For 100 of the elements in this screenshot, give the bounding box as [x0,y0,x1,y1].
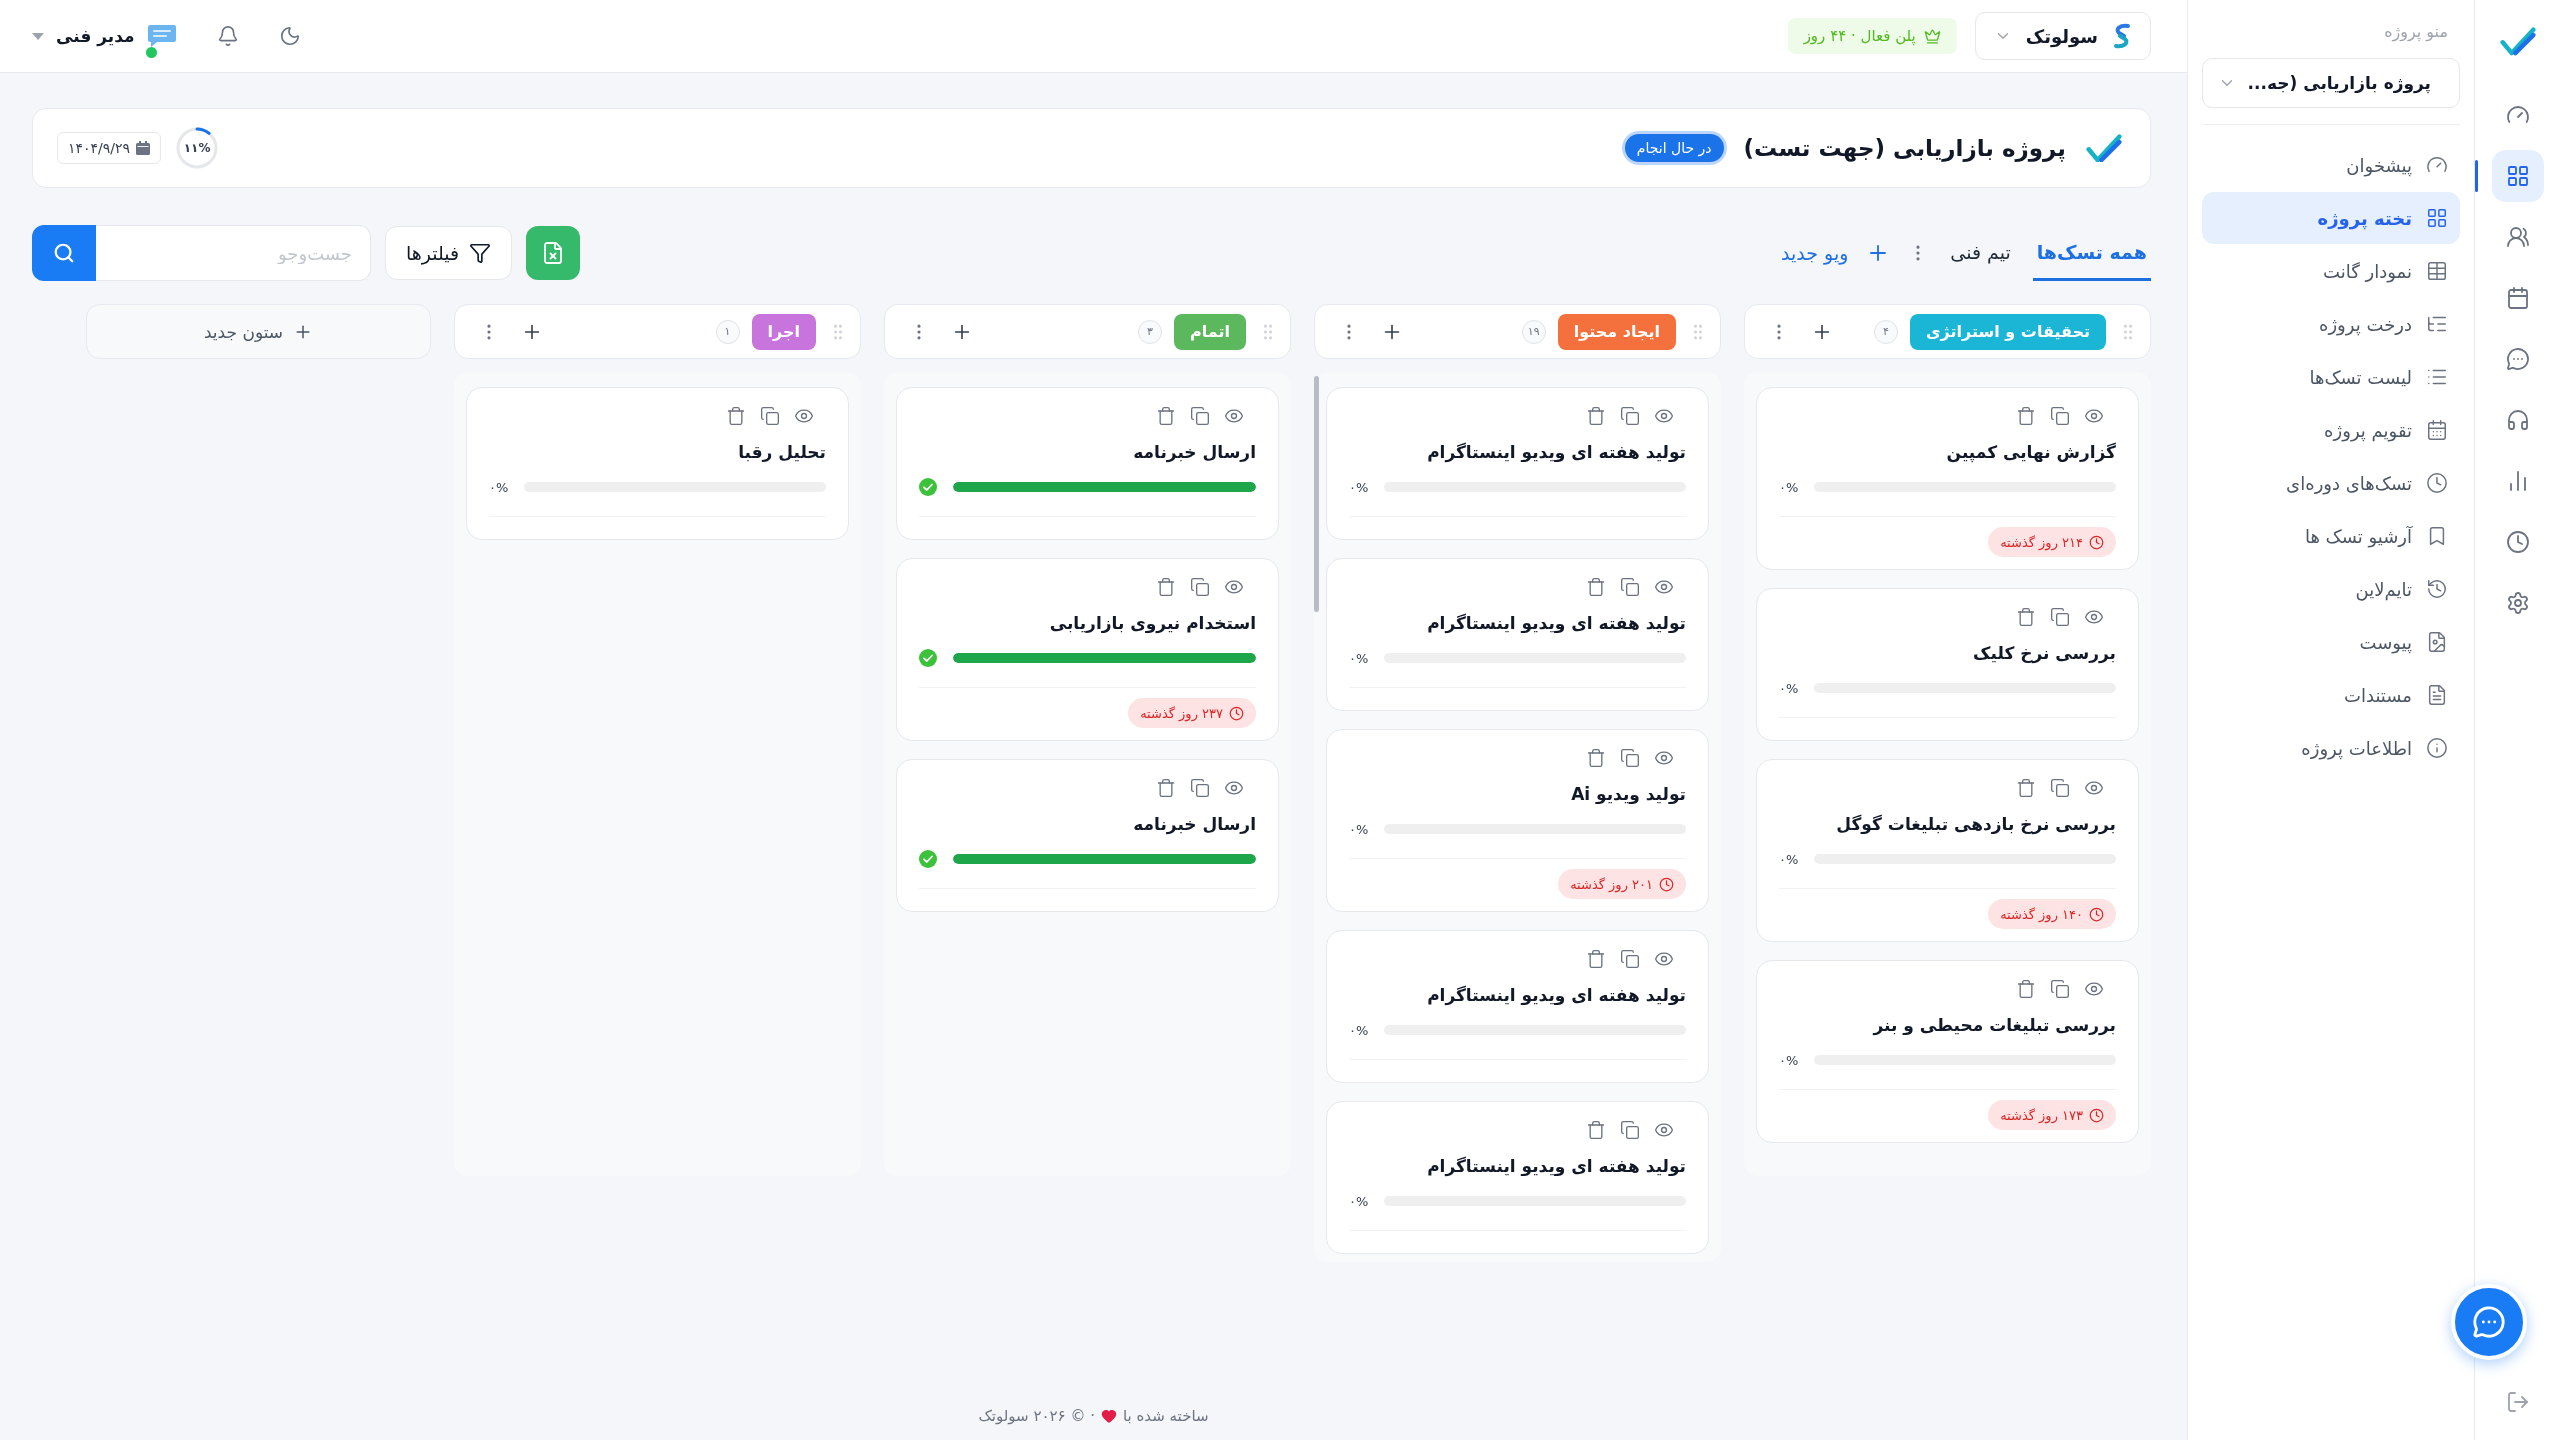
task-title: گزارش نهایی کمپین [1945,441,2116,465]
task-card[interactable]: ارسال خبرنامه [896,759,1279,912]
task-card[interactable]: ارسال خبرنامه [896,387,1279,540]
task-card[interactable]: گزارش نهایی کمپین ۰% ۲۱۴ روز گذشته [1756,387,2139,570]
trash-icon[interactable] [1586,949,1606,969]
export-button[interactable] [526,226,581,280]
copy-icon[interactable] [1620,949,1640,969]
progress-percent: ۰% [1349,1193,1369,1209]
trash-icon[interactable] [1586,577,1606,597]
task-title: تولید هفته ای ویدیو اینستاگرام [1426,984,1686,1008]
plan-badge: پلن فعال · ۴۴ روز [1787,18,1957,54]
project-select[interactable]: پروژه بازاریابی (جه... [2202,58,2460,108]
trash-icon[interactable] [726,406,746,426]
progress-percent: ۰% [489,479,509,495]
search-button[interactable] [32,225,96,281]
copy-icon[interactable] [2050,406,2070,426]
trash-icon[interactable] [2016,778,2036,798]
sidebar-item[interactable]: لیست تسک‌ها [2202,351,2460,403]
sidebar-item[interactable]: اطلاعات پروژه [2202,722,2460,774]
task-card[interactable]: تحلیل رقبا ۰% [466,387,849,540]
progress-percent: ۱۱% [183,141,211,155]
workspace-select[interactable]: سولوتک [1974,12,2151,60]
column-title: ایجاد محتوا [1557,313,1676,350]
new-column-button[interactable]: ستون جدید [86,304,431,359]
task-card[interactable]: تولید هفته ای ویدیو اینستاگرام ۰% [1326,930,1709,1083]
grid-icon [2505,163,2530,188]
sidebar-item[interactable]: تقویم پروژه [2202,404,2460,456]
copy-icon[interactable] [1190,406,1210,426]
view-tab[interactable]: تیم فنی [1946,225,2015,281]
status-badge: در حال انجام [1624,134,1724,162]
column-title: اتمام [1174,313,1246,350]
sidebar-item[interactable]: تسک‌های دوره‌ای [2202,457,2460,509]
project-title: پروژه بازاریابی (جهت تست) [1743,135,2066,161]
scrollbar-thumb[interactable] [1314,376,1319,612]
sidebar-item[interactable]: درخت پروژه [2202,298,2460,350]
count-badge: ۳ [1138,319,1163,344]
progress-percent: ۰% [1349,650,1369,666]
copy-icon[interactable] [1190,778,1210,798]
copy-icon[interactable] [2050,778,2070,798]
task-card[interactable]: تولید هفته ای ویدیو اینستاگرام ۰% [1326,558,1709,711]
trash-icon[interactable] [1156,778,1176,798]
trash-icon[interactable] [1156,406,1176,426]
sidebar-item[interactable]: آرشیو تسک ها [2202,510,2460,562]
sidebar-title: منو پروژه [2383,21,2449,44]
trash-icon[interactable] [1586,748,1606,768]
copy-icon[interactable] [760,406,780,426]
filters-button[interactable]: فیلترها [385,226,513,280]
copy-icon[interactable] [1620,577,1640,597]
task-title: تولید هفته ای ویدیو اینستاگرام [1426,1155,1686,1179]
task-title: ارسال خبرنامه [1132,441,1256,465]
filter-icon [469,242,492,264]
caret-down-icon [32,32,44,40]
clock-icon [2426,472,2448,494]
task-card[interactable]: تولید هفته ای ویدیو اینستاگرام ۰% [1326,1101,1709,1254]
task-title: تولید هفته ای ویدیو اینستاگرام [1426,612,1686,636]
trash-icon[interactable] [2016,406,2036,426]
trash-icon[interactable] [1156,577,1176,597]
search-field[interactable]: جست‌وجو [96,225,371,281]
sidebar-item[interactable]: تخته پروژه [2202,192,2460,244]
copy-icon[interactable] [1190,577,1210,597]
rail-button[interactable] [2491,149,2544,202]
sidebar-item[interactable]: نمودار گانت [2202,245,2460,297]
sidebar-item[interactable]: مستندات [2202,669,2460,721]
view-tab[interactable]: همه تسک‌ها [2032,225,2151,281]
headphones-icon [2505,407,2530,432]
sidebar-item[interactable]: پیوست [2202,616,2460,668]
chat-bubble-icon [2505,346,2530,371]
task-card[interactable]: تولید هفته ای ویدیو اینستاگرام ۰% [1326,387,1709,540]
footer-text: ساخته شده با [1123,1407,1209,1425]
task-card[interactable]: تولید ویدیو Ai ۰% ۲۰۱ روز گذشته [1326,729,1709,912]
sidebar-item[interactable]: پیشخوان [2202,139,2460,191]
bell-icon-button[interactable] [216,25,239,47]
history-icon [2426,578,2448,600]
copy-icon[interactable] [2050,607,2070,627]
new-view-link[interactable]: ویو جدید [1781,242,1849,264]
task-title: بررسی تبلیغات محیطی و بنر [1871,1014,2116,1038]
copy-icon[interactable] [2050,979,2070,999]
user-name[interactable]: مدیر فنی [56,26,135,46]
copy-icon[interactable] [1620,748,1640,768]
copy-icon[interactable] [1620,1120,1640,1140]
copy-icon[interactable] [1620,406,1640,426]
chat-bubble-icon [2472,1305,2506,1339]
task-card[interactable]: استخدام نیروی بازاریابی ۲۳۷ روز گذشته [896,558,1279,741]
crown-icon [1923,27,1941,45]
task-card[interactable]: بررسی نرخ بازدهی تبلیغات گوگل ۰% ۱۴۰ روز گذشته [1756,759,2139,942]
task-card[interactable]: بررسی نرخ کلیک ۰% [1756,588,2139,741]
active-indicator [2475,159,2478,192]
moon-icon-button[interactable] [278,25,301,47]
sidebar-item[interactable]: تایم‌لاین [2202,563,2460,615]
trash-icon[interactable] [2016,607,2036,627]
logout-icon[interactable] [2505,1390,2530,1414]
trash-icon[interactable] [1586,1120,1606,1140]
task-title: ارسال خبرنامه [1132,813,1256,837]
task-card[interactable]: بررسی تبلیغات محیطی و بنر ۰% ۱۷۳ روز گذشته [1756,960,2139,1143]
grid-icon [2426,207,2448,229]
progress-percent: ۰% [1779,680,1799,696]
trash-icon[interactable] [1586,406,1606,426]
overdue-badge: ۱۷۳ روز گذشته [1988,1100,2116,1130]
trash-icon[interactable] [2016,979,2036,999]
count-badge: ۱۹ [1521,319,1546,344]
